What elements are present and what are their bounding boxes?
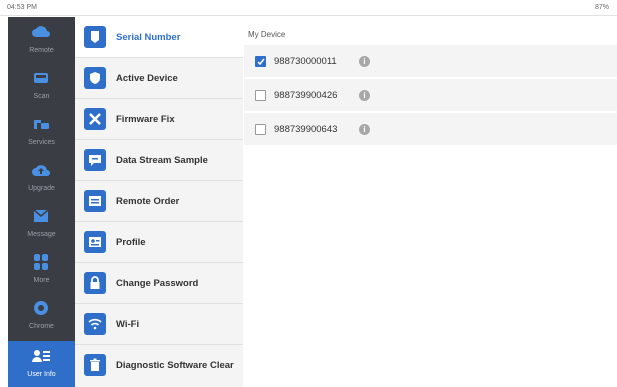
info-icon[interactable]: i [359,56,370,67]
device-checkbox[interactable] [255,124,266,135]
info-icon[interactable]: i [359,124,370,135]
menu-item-diagnostic-software-clear[interactable]: Diagnostic Software Clear [75,345,243,387]
menu-item-profile[interactable]: Profile [75,222,243,263]
nav-label: Remote [29,47,54,54]
nav-item-chrome[interactable]: Chrome [8,293,75,339]
menu-item-change-password[interactable]: Change Password [75,263,243,304]
menu-item-firmware-fix[interactable]: Firmware Fix [75,99,243,140]
menu-label: Profile [116,237,146,248]
left-nav: Remote Scan Services Upgrade Message Mor… [8,17,75,387]
wrench-car-icon [34,120,49,129]
menu-label: Firmware Fix [116,114,175,125]
shield-icon [84,67,106,89]
menu-label: Serial Number [116,32,181,43]
section-title: My Device [248,30,286,39]
content-panel: My Device 988730000011 i 988739900426 i … [244,17,617,387]
status-time: 04:53 PM [7,4,37,11]
menu-item-remote-order[interactable]: Remote Order [75,181,243,222]
chat-icon [84,149,106,171]
menu-item-active-device[interactable]: Active Device [75,58,243,99]
device-serial: 988739900643 [274,124,338,135]
menu-label: Data Stream Sample [116,155,208,166]
id-card-icon [84,231,106,253]
menu-item-serial-number[interactable]: Serial Number [75,17,243,58]
trash-icon [84,354,106,376]
nav-label: Services [28,139,55,146]
chrome-icon [34,301,48,315]
menu-label: Active Device [116,73,178,84]
nav-item-services[interactable]: Services [8,109,75,155]
device-checkbox[interactable] [255,56,266,67]
device-row[interactable]: 988739900643 i [244,113,617,146]
cloud-upload-icon [32,165,50,176]
user-settings-icon [32,350,50,362]
menu-label: Change Password [116,278,199,289]
nav-label: Chrome [29,323,54,330]
wifi-icon [84,313,106,335]
grid-icon [34,254,48,270]
cloud-icon [32,26,50,37]
settings-menu: Serial Number Active Device Firmware Fix… [75,17,243,387]
menu-item-wifi[interactable]: Wi-Fi [75,304,243,345]
nav-item-scan[interactable]: Scan [8,63,75,109]
device-checkbox[interactable] [255,90,266,101]
nav-label: Upgrade [28,185,55,192]
list-icon [84,190,106,212]
nav-item-user-info[interactable]: User Info [8,341,75,387]
nav-item-upgrade[interactable]: Upgrade [8,155,75,201]
device-serial: 988730000011 [274,56,337,67]
nav-item-message[interactable]: Message [8,201,75,247]
menu-label: Wi-Fi [116,319,140,330]
nav-item-more[interactable]: More [8,247,75,293]
lock-icon [84,272,106,294]
envelope-icon [33,209,49,222]
device-row[interactable]: 988730000011 i [244,45,617,78]
status-bar: 04:53 PM 87% [0,0,617,16]
nav-item-remote[interactable]: Remote [8,17,75,63]
battery-level: 87% [594,4,609,11]
nav-label: More [33,277,50,284]
car-icon [34,73,48,83]
info-icon[interactable]: i [359,90,370,101]
nav-label: Scan [33,93,50,100]
tools-icon [84,108,106,130]
menu-item-data-stream-sample[interactable]: Data Stream Sample [75,140,243,181]
nav-label: Message [27,231,56,238]
menu-label: Diagnostic Software Clear [116,360,234,371]
device-serial: 988739900426 [274,90,338,101]
nav-label: User Info [27,371,56,378]
badge-icon [84,26,106,48]
device-row[interactable]: 988739900426 i [244,79,617,112]
menu-label: Remote Order [116,196,180,207]
